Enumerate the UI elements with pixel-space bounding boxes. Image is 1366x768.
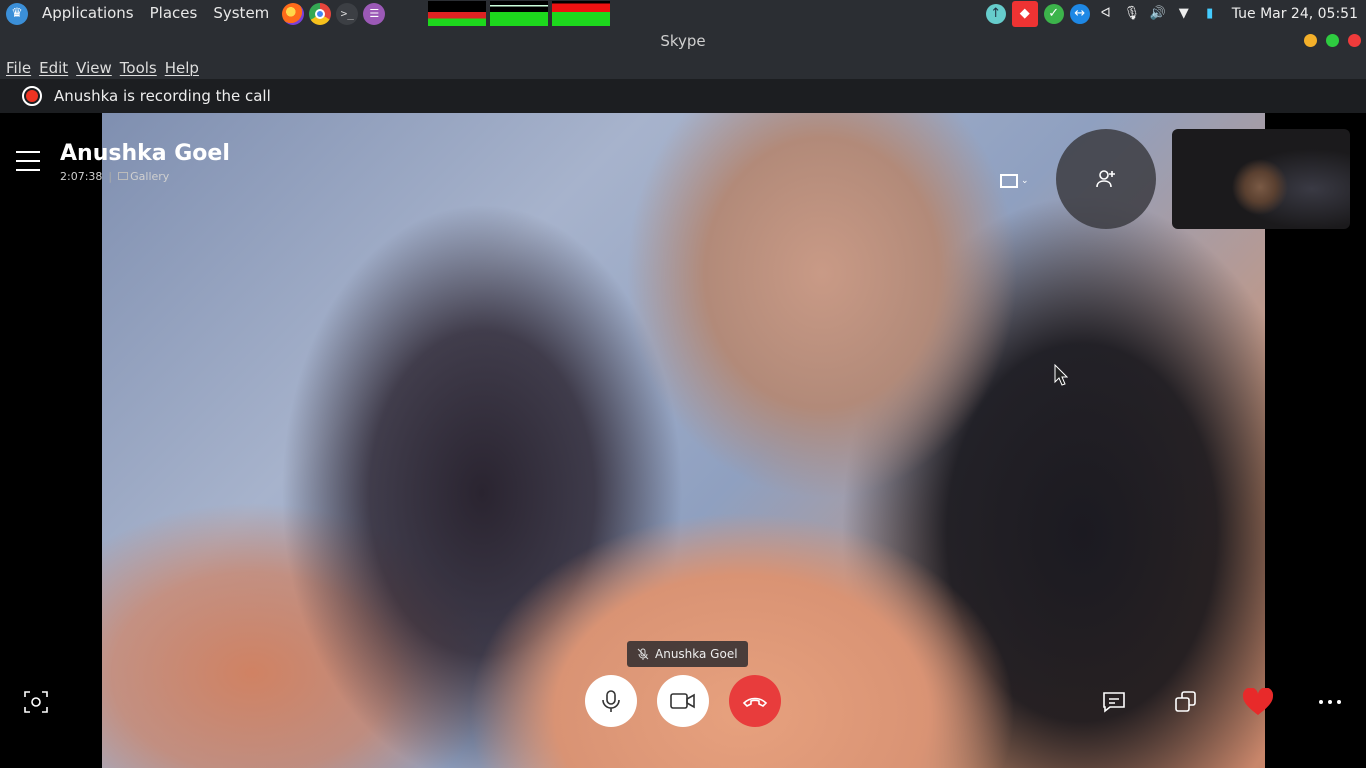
recording-text: Anushka is recording the call [54,87,271,105]
microphone-icon[interactable]: 🎙 [1122,4,1142,24]
top-panel: ♛ Applications Places System >_ ☰ ↑ ◆ ✓ … [0,0,1366,27]
switch-window-icon [1175,691,1196,712]
system-menu[interactable]: System [205,0,277,27]
chrome-icon[interactable] [309,2,332,25]
close-button[interactable] [1348,34,1361,47]
minimize-button[interactable] [1304,34,1317,47]
network-monitor[interactable] [552,1,610,26]
menu-view[interactable]: View [72,59,116,77]
call-duration: 2:07:38 [60,170,103,183]
places-menu[interactable]: Places [142,0,206,27]
menu-edit[interactable]: Edit [35,59,72,77]
more-options-button[interactable] [1316,688,1344,716]
firefox-icon[interactable] [282,2,305,25]
camera-button[interactable] [657,675,709,727]
system-monitors[interactable] [428,1,610,26]
add-person-icon [1096,170,1115,188]
camera-snapshot-icon [24,691,48,713]
wifi-icon[interactable]: ▼ [1174,4,1194,24]
chat-button[interactable] [1100,688,1128,716]
volume-icon[interactable]: 🔊 [1148,4,1168,24]
react-button[interactable] [1242,688,1274,716]
clock[interactable]: Tue Mar 24, 05:51 [1232,6,1358,22]
check-icon[interactable]: ✓ [1043,3,1064,24]
bluetooth-icon[interactable]: ᐊ [1096,4,1116,24]
layout-switch-button[interactable]: ⌄ [1000,171,1030,191]
add-participant-button[interactable] [1056,129,1156,229]
menu-tools[interactable]: Tools [116,59,161,77]
cpu-monitor[interactable] [428,1,486,26]
mouse-cursor-icon [1054,364,1068,386]
end-call-button[interactable] [729,675,781,727]
memory-monitor[interactable] [490,1,548,26]
call-area: Anushka Goel 2:07:38 | Gallery ⌄ Anushka… [0,113,1366,768]
window-titlebar[interactable]: Skype [0,27,1366,56]
video-camera-icon [670,693,695,709]
hang-up-icon [742,697,768,707]
switch-view-button[interactable] [1172,688,1200,716]
menu-file[interactable]: File [2,59,35,77]
chevron-down-icon: ⌄ [1021,176,1029,186]
microphone-button[interactable] [585,675,637,727]
participant-name-tag: Anushka Goel [627,641,748,667]
hamburger-menu-icon[interactable] [16,151,40,171]
layout-icon [1000,174,1018,188]
anydesk-icon[interactable]: ◆ [1011,0,1038,27]
self-video-preview[interactable] [1172,129,1350,229]
battery-icon[interactable]: ▮ [1200,4,1220,24]
view-mode[interactable]: Gallery [118,170,169,183]
applications-menu[interactable]: Applications [34,0,142,27]
call-contact-name: Anushka Goel [60,141,230,166]
menu-help[interactable]: Help [161,59,203,77]
update-icon[interactable]: ↑ [985,3,1006,24]
snapshot-button[interactable] [22,688,50,716]
notes-icon[interactable]: ☰ [363,2,386,25]
mic-muted-icon [637,648,649,660]
more-icon [1319,700,1341,704]
maximize-button[interactable] [1326,34,1339,47]
record-icon [22,86,42,106]
recording-banner: Anushka is recording the call [0,79,1366,113]
teamviewer-icon[interactable]: ↔ [1069,3,1090,24]
heart-icon [1242,688,1274,715]
microphone-icon [602,690,620,712]
menubar: File Edit View Tools Help [0,56,1366,79]
call-header: Anushka Goel 2:07:38 | Gallery [16,141,230,183]
distro-logo-icon[interactable]: ♛ [6,2,28,25]
system-tray: ↑ ◆ ✓ ↔ ᐊ 🎙 🔊 ▼ ▮ Tue Mar 24, 05:51 [985,0,1358,27]
terminal-icon[interactable]: >_ [336,2,359,25]
gallery-icon [118,172,129,180]
window-title: Skype [660,32,706,50]
chat-icon [1103,692,1125,713]
